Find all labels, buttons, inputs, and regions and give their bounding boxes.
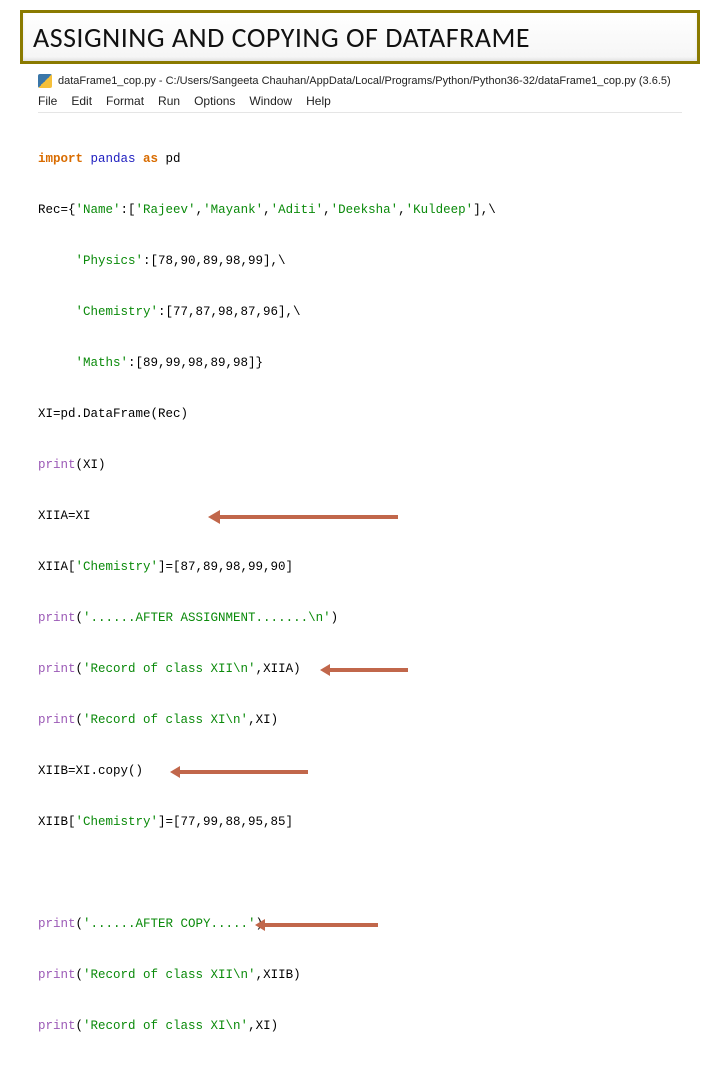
code-editor[interactable]: import pandas as pd Rec={'Name':['Rajeev… [38, 113, 682, 1069]
window-titlebar: dataFrame1_cop.py - C:/Users/Sangeeta Ch… [38, 72, 682, 92]
menu-edit[interactable]: Edit [71, 94, 92, 108]
arrow-icon [328, 668, 408, 672]
arrow-icon [218, 515, 398, 519]
menu-options[interactable]: Options [194, 94, 235, 108]
arrow-icon [178, 770, 308, 774]
idle-window: dataFrame1_cop.py - C:/Users/Sangeeta Ch… [38, 72, 682, 520]
code-line [38, 865, 682, 882]
code-line: 'Chemistry':[77,87,98,87,96],\ [38, 304, 682, 321]
code-line: print('Record of class XI\n',XI) [38, 712, 682, 729]
window-title: dataFrame1_cop.py - C:/Users/Sangeeta Ch… [58, 75, 671, 87]
menu-help[interactable]: Help [306, 94, 331, 108]
menu-run[interactable]: Run [158, 94, 180, 108]
code-line: XIIA['Chemistry']=[87,89,98,99,90] [38, 559, 682, 576]
code-line: XIIB=XI.copy() [38, 763, 682, 780]
menu-bar: File Edit Format Run Options Window Help [38, 92, 682, 113]
code-line: 'Physics':[78,90,89,98,99],\ [38, 253, 682, 270]
menu-format[interactable]: Format [106, 94, 144, 108]
slide-title: ASSIGNING AND COPYING OF DATAFRAME [33, 20, 530, 55]
code-line: print('Record of class XII\n',XIIA) [38, 661, 682, 678]
menu-window[interactable]: Window [249, 94, 292, 108]
code-line: print('......AFTER COPY.....') [38, 916, 682, 933]
code-line: XI=pd.DataFrame(Rec) [38, 406, 682, 423]
arrow-icon [263, 923, 378, 927]
code-line: print('Record of class XI\n',XI) [38, 1018, 682, 1035]
code-line: import pandas as pd [38, 151, 682, 168]
code-line: Rec={'Name':['Rajeev','Mayank','Aditi','… [38, 202, 682, 219]
python-idle-icon [38, 74, 52, 88]
code-line: XIIB['Chemistry']=[77,99,88,95,85] [38, 814, 682, 831]
code-line: print('Record of class XII\n',XIIB) [38, 967, 682, 984]
code-line: XIIA=XI [38, 508, 682, 525]
menu-file[interactable]: File [38, 94, 57, 108]
code-line: print('......AFTER ASSIGNMENT.......\n') [38, 610, 682, 627]
code-line: 'Maths':[89,99,98,89,98]} [38, 355, 682, 372]
slide-title-banner: ASSIGNING AND COPYING OF DATAFRAME [20, 10, 700, 64]
code-line: print(XI) [38, 457, 682, 474]
